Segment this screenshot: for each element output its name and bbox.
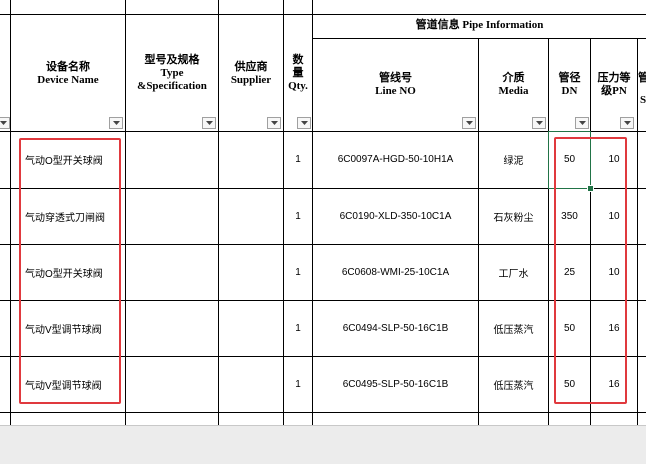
row-border [0, 412, 646, 413]
spreadsheet-grid[interactable]: 管道信息 Pipe Information 设备名称 Device Name 型… [0, 0, 646, 425]
line-no-header: 管线号 Line NO [313, 72, 478, 98]
device-column-highlight [19, 138, 121, 404]
dn-cn: 管径 [558, 72, 581, 84]
cut-header-top: 管 [638, 72, 646, 84]
sheet-bottom-bar [0, 425, 646, 464]
media-cell[interactable]: 低压蒸汽 [479, 300, 548, 356]
filter-dropdown-icon[interactable] [620, 117, 634, 129]
chevron-down-icon [578, 121, 586, 125]
supplier-header: 供应商 Supplier [219, 61, 283, 87]
filter-dropdown-icon[interactable] [0, 117, 10, 129]
filter-dropdown-icon[interactable] [267, 117, 281, 129]
qty-cn1: 数 [292, 54, 304, 66]
col-border [637, 38, 638, 425]
qty-cell[interactable]: 1 [284, 188, 312, 244]
qty-cell[interactable]: 1 [284, 300, 312, 356]
line-no-en: Line NO [375, 85, 416, 97]
qty-cn2: 量 [292, 67, 304, 79]
line-no-cell[interactable]: 6C0097A-HGD-50-10H1A [313, 131, 478, 188]
cut-header-bottom: S [640, 94, 646, 106]
qty-cell[interactable]: 1 [284, 244, 312, 300]
row-border [312, 38, 646, 39]
line-no-cell[interactable]: 6C0608-WMI-25-10C1A [313, 244, 478, 300]
line-no-cell[interactable]: 6C0190-XLD-350-10C1A [313, 188, 478, 244]
chevron-down-icon [465, 121, 473, 125]
type-spec-en: Type [160, 67, 184, 79]
row-border [0, 14, 646, 15]
media-cell[interactable]: 石灰粉尘 [479, 188, 548, 244]
type-spec-en2: &Specification [137, 80, 207, 92]
chevron-down-icon [0, 121, 7, 125]
line-no-cell[interactable]: 6C0494-SLP-50-16C1B [313, 300, 478, 356]
type-spec-header: 型号及规格 Type &Specification [126, 54, 218, 93]
filter-dropdown-icon[interactable] [462, 117, 476, 129]
qty-cell[interactable]: 1 [284, 356, 312, 412]
filter-dropdown-icon[interactable] [575, 117, 589, 129]
chevron-down-icon [205, 121, 213, 125]
type-spec-cn: 型号及规格 [144, 54, 200, 66]
supplier-cn: 供应商 [234, 61, 268, 73]
pn-header: 压力等 级PN [591, 72, 637, 98]
dn-en: DN [561, 85, 578, 97]
line-no-cell[interactable]: 6C0495-SLP-50-16C1B [313, 356, 478, 412]
qty-header: 数 量 Qty. [284, 54, 312, 93]
device-name-header: 设备名称 Device Name [11, 61, 125, 87]
pn-cn1: 压力等 [597, 72, 631, 84]
media-cell[interactable]: 工厂水 [479, 244, 548, 300]
device-name-en: Device Name [37, 74, 99, 86]
filter-dropdown-icon[interactable] [202, 117, 216, 129]
chevron-down-icon [300, 121, 308, 125]
media-en: Media [498, 85, 529, 97]
chevron-down-icon [623, 121, 631, 125]
dn-header: 管径 DN [549, 72, 590, 98]
filter-dropdown-icon[interactable] [109, 117, 123, 129]
media-cell[interactable]: 低压蒸汽 [479, 356, 548, 412]
media-cell[interactable]: 绿泥 [479, 131, 548, 188]
line-no-cn: 管线号 [379, 72, 412, 84]
qty-cell[interactable]: 1 [284, 131, 312, 188]
supplier-en: Supplier [230, 74, 272, 86]
chevron-down-icon [112, 121, 120, 125]
device-name-cn: 设备名称 [46, 61, 90, 73]
filter-dropdown-icon[interactable] [532, 117, 546, 129]
dn-pn-columns-highlight [554, 137, 627, 404]
chevron-down-icon [270, 121, 278, 125]
filter-dropdown-icon[interactable] [297, 117, 311, 129]
chevron-down-icon [535, 121, 543, 125]
pn-cn2: 级PN [601, 85, 627, 97]
media-cn: 介质 [502, 72, 525, 84]
qty-en: Qty. [288, 80, 308, 92]
pipe-info-header: 管道信息 Pipe Information [415, 19, 544, 31]
media-header: 介质 Media [479, 72, 548, 98]
